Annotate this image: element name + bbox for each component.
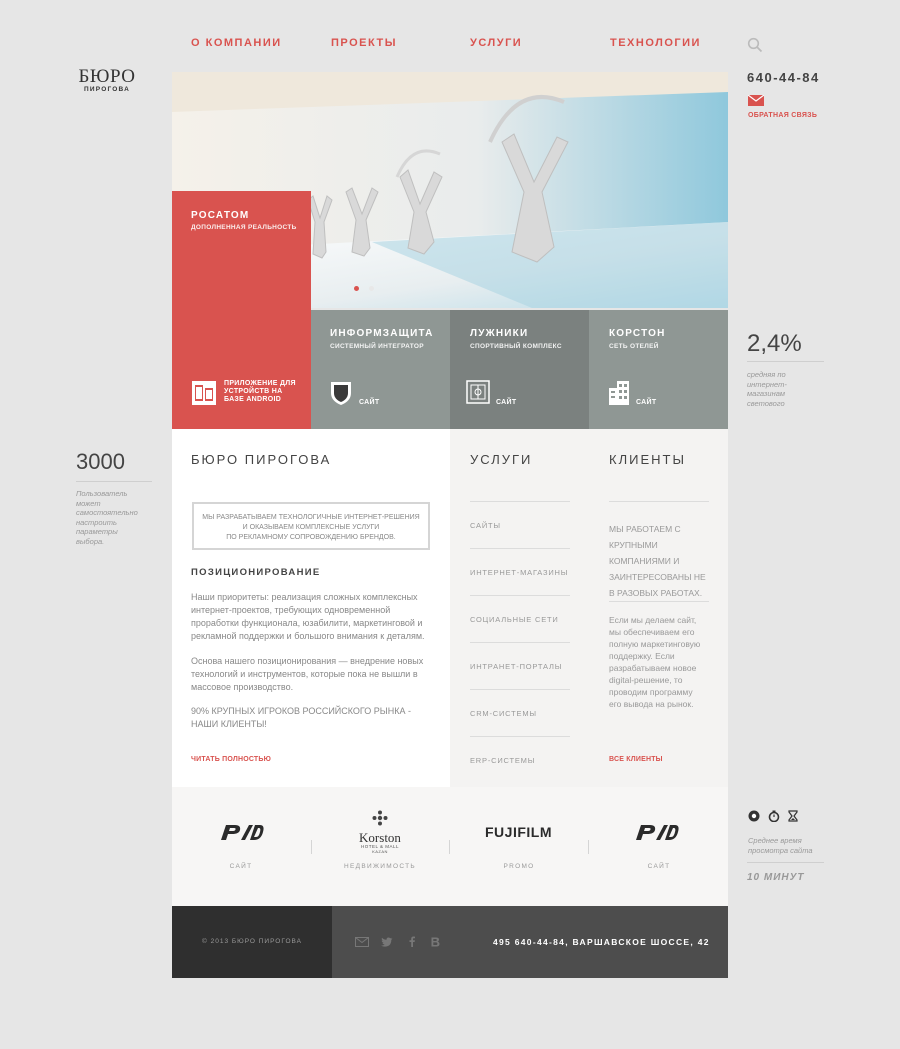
project-tile-luzhniki[interactable]: ЛУЖНИКИ СПОРТИВНЫЙ КОМПЛЕКС САЙТ [450,310,589,429]
services-clients-panel [450,429,728,787]
rzd-logo-mark [636,825,679,840]
stat-percent-note: средняя по интернет-магазинам светового [747,370,787,408]
rzd-logo[interactable] [634,822,680,847]
partner-caption: НЕДВИЖИМОСТЬ [344,863,416,870]
logo-subtitle: ПИРОГОВА [84,86,130,93]
tile-title: РОСАТОМ [191,210,250,221]
about-quote: МЫ РАЗРАБАТЫВАЕМ ТЕХНОЛОГИЧНЫЕ ИНТЕРНЕТ-… [192,502,430,550]
slider-dot[interactable] [369,286,374,291]
stadium-icon [466,380,490,404]
divider [449,840,450,854]
nav-item-company[interactable]: О КОМПАНИИ [191,37,282,49]
stopwatch-icon [768,810,780,822]
phone-number: 640-44-84 [747,70,820,85]
tile-link[interactable]: САЙТ [496,399,516,406]
partner-caption: САЙТ [647,863,671,870]
service-item[interactable]: СОЦИАЛЬНЫЕ СЕТИ [470,615,559,624]
divider [470,548,570,549]
copyright: © 2013 БЮРО ПИРОГОВА [202,938,303,945]
building-icon [609,381,629,405]
hourglass-icon [788,810,798,822]
vkontakte-icon[interactable] [431,937,440,947]
partner-caption: PROMO [503,863,535,870]
mail-icon[interactable] [748,95,764,106]
tile-link[interactable]: ПРИЛОЖЕНИЕ ДЛЯ УСТРОЙСТВ НА БАЗЕ ANDROID [224,380,304,404]
tile-subtitle: СПОРТИВНЫЙ КОМПЛЕКС [470,343,562,350]
about-highlight: 90% КРУПНЫХ ИГРОКОВ РОССИЙСКОГО РЫНКА -Н… [191,706,411,729]
tile-title: ЛУЖНИКИ [470,328,529,339]
korston-emblem-icon [372,810,388,826]
footer-address: 495 640-44-84, ВАРШАВСКОЕ ШОССЕ, 42 [493,937,710,947]
service-item[interactable]: CRM-СИСТЕМЫ [470,709,537,718]
tile-link[interactable]: САЙТ [636,399,656,406]
service-item[interactable]: ERP-СИСТЕМЫ [470,756,535,765]
devices-icon [192,381,216,405]
clients-text: Если мы делаем сайт, мы обеспечиваем его п… [609,615,701,709]
divider [470,736,570,737]
project-tile-infozashita[interactable]: ИНФОРМЗАЩИТА СИСТЕМНЫЙ ИНТЕГРАТОР САЙТ [311,310,450,429]
about-heading: БЮРО ПИРОГОВА [191,452,332,467]
twitter-icon[interactable] [381,937,393,947]
all-clients-link[interactable]: ВСЕ КЛИЕНТЫ [609,756,663,763]
divider [470,595,570,596]
shield-icon [331,382,351,405]
project-tile-korston[interactable]: КОРСТОН СЕТЬ ОТЕЛЕЙ САЙТ [589,310,728,429]
divider [747,862,824,863]
tile-subtitle: ДОПОЛНЕННАЯ РЕАЛЬНОСТЬ [191,224,297,231]
fujifilm-logo[interactable]: FUJIFILM [485,824,552,840]
korston-logo-city: KAZAN [372,849,388,854]
service-item[interactable]: САЙТЫ [470,521,501,530]
clients-heading: КЛИЕНТЫ [609,452,686,467]
nav-item-projects[interactable]: ПРОЕКТЫ [331,37,397,49]
rzd-logo-mark [221,825,264,840]
divider [76,481,152,482]
nav-item-technologies[interactable]: ТЕХНОЛОГИИ [610,37,701,49]
tile-title: ИНФОРМЗАЩИТА [330,328,434,339]
featured-project-tile[interactable]: РОСАТОМ ДОПОЛНЕННАЯ РЕАЛЬНОСТЬ ПРИЛОЖЕНИ… [172,191,311,429]
divider [470,501,570,502]
about-paragraph: Основа нашего позиционирования — внедрен… [191,656,424,692]
facebook-icon[interactable] [409,936,415,947]
divider [311,840,312,854]
time-value: 10 МИНУТ [747,872,805,883]
tile-subtitle: СИСТЕМНЫЙ ИНТЕГРАТОР [330,343,424,350]
nav-item-services[interactable]: УСЛУГИ [470,37,522,49]
mail-icon[interactable] [355,937,369,947]
divider [609,601,709,602]
services-heading: УСЛУГИ [470,452,533,467]
divider [609,501,709,502]
service-item[interactable]: ИНТРАНЕТ-ПОРТАЛЫ [470,662,562,671]
search-icon[interactable] [747,37,763,53]
rzd-logo[interactable] [219,822,265,847]
slider-dot-active[interactable] [354,286,359,291]
stat-count: 3000 [76,449,125,474]
feedback-link[interactable]: ОБРАТНАЯ СВЯЗЬ [748,112,817,119]
service-item[interactable]: ИНТЕРНЕТ-МАГАЗИНЫ [470,568,568,577]
chrome-icon [748,810,760,822]
korston-logo[interactable]: Korston HOTEL & MALL KAZAN [352,810,408,854]
stat-percent: 2,4% [747,330,802,357]
partner-caption: САЙТ [229,863,253,870]
divider [747,361,824,362]
tile-link[interactable]: САЙТ [359,399,379,406]
divider [588,840,589,854]
about-paragraph: Наши приоритеты: реализация сложных комп… [191,592,425,641]
korston-logo-text: Korston [359,830,401,845]
logo-title: БЮРО [78,66,136,87]
read-more-link[interactable]: ЧИТАТЬ ПОЛНОСТЬЮ [191,756,271,763]
company-logo[interactable]: БЮРО ПИРОГОВА [76,66,138,93]
divider [470,689,570,690]
tile-title: КОРСТОН [609,328,666,339]
clients-intro: МЫ РАБОТАЕМ С КРУПНЫМИ КОМПАНИЯМИ И ЗАИНТЕР… [609,524,706,598]
time-note: Среднее время просмотра сайта [748,836,813,855]
divider [470,642,570,643]
positioning-heading: ПОЗИЦИОНИРОВАНИЕ [191,567,321,578]
tile-subtitle: СЕТЬ ОТЕЛЕЙ [609,343,659,350]
stat-count-note: Пользователь может самостоятельно настроить… [76,489,138,546]
